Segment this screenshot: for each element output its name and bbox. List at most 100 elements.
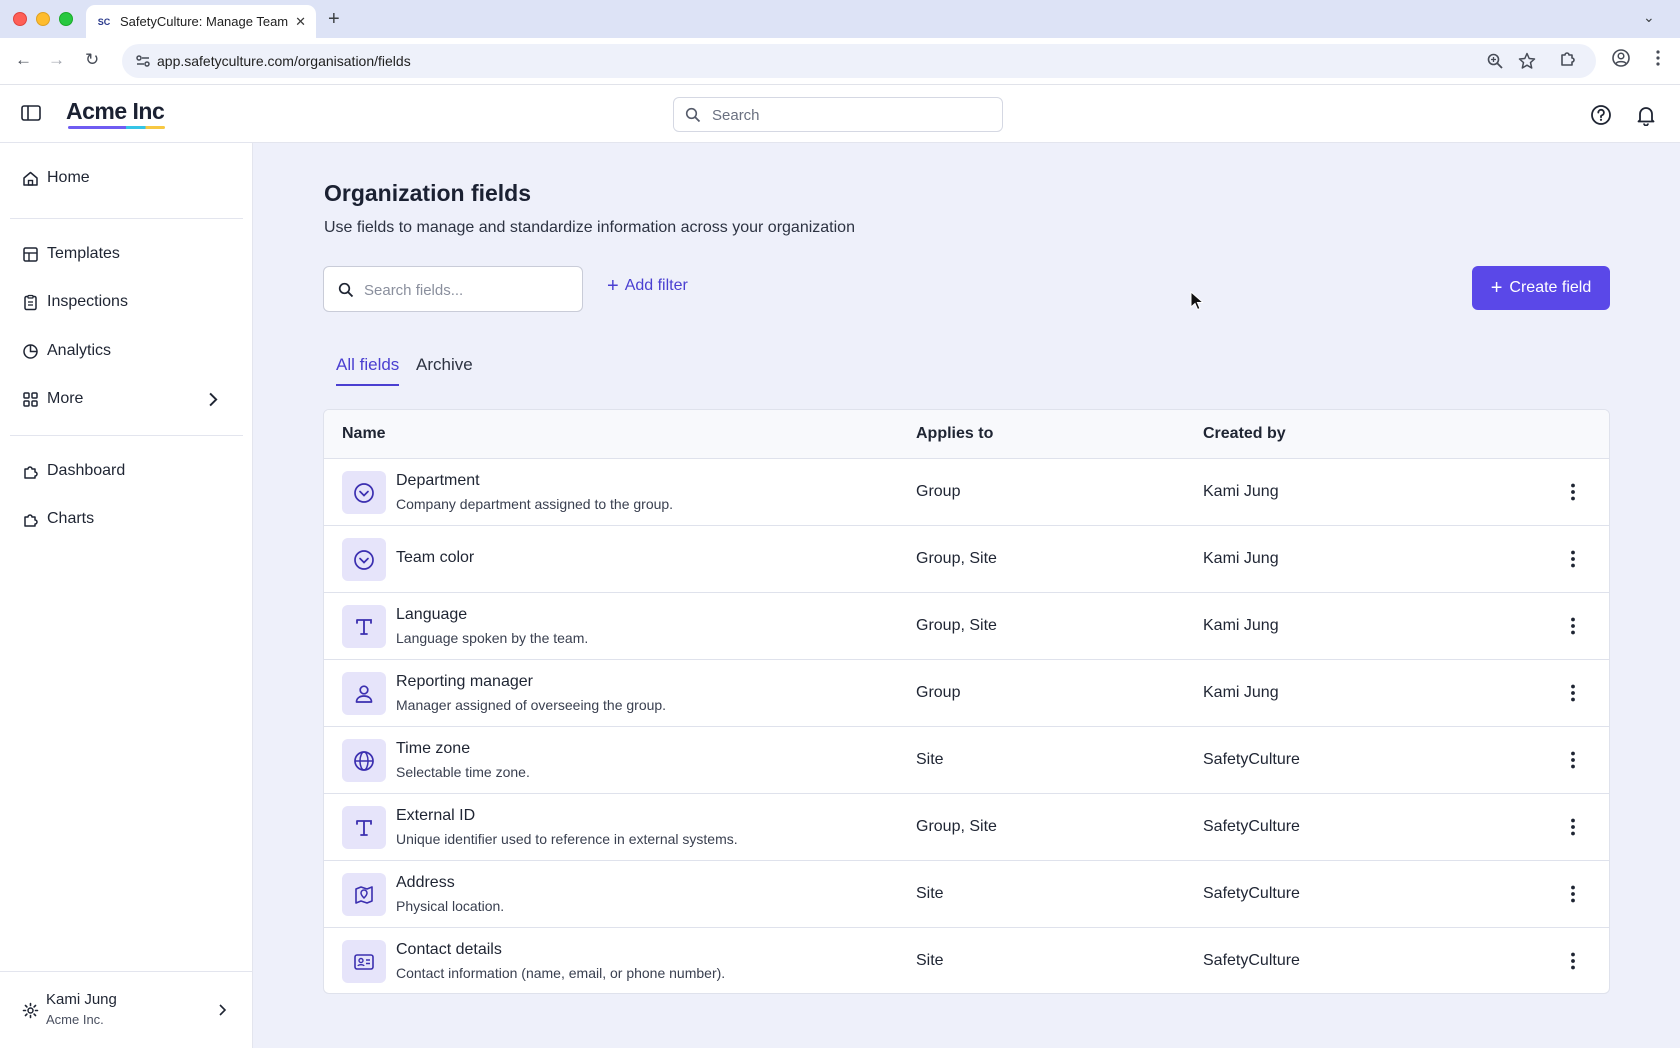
sidebar-item-label: More bbox=[47, 390, 84, 407]
user-name: Kami Jung bbox=[46, 991, 117, 1008]
row-name[interactable]: Contact details bbox=[396, 941, 502, 959]
sidebar-toggle-icon[interactable] bbox=[21, 105, 41, 121]
row-created-by: Kami Jung bbox=[1203, 684, 1279, 701]
row-name[interactable]: Address bbox=[396, 874, 455, 892]
field-search-box[interactable] bbox=[323, 266, 583, 312]
column-header-created-by[interactable]: Created by bbox=[1203, 425, 1286, 443]
table-row[interactable]: Language Language spoken by the team. Gr… bbox=[324, 593, 1609, 660]
templates-icon bbox=[23, 246, 38, 262]
more-options-icon[interactable] bbox=[1562, 682, 1584, 704]
tab-search-chevron-icon[interactable]: ⌄ bbox=[1643, 9, 1655, 26]
tab-archive[interactable]: Archive bbox=[416, 355, 473, 375]
row-name[interactable]: Time zone bbox=[396, 740, 470, 758]
create-field-label: Create field bbox=[1509, 279, 1592, 296]
app-header: Acme Inc Search bbox=[0, 85, 1680, 143]
row-created-by: SafetyCulture bbox=[1203, 818, 1300, 835]
sidebar-item-label: Templates bbox=[47, 245, 120, 262]
extensions-icon[interactable] bbox=[1558, 48, 1578, 68]
row-name[interactable]: External ID bbox=[396, 807, 475, 825]
row-created-by: SafetyCulture bbox=[1203, 952, 1300, 969]
sidebar-item-label: Inspections bbox=[47, 293, 128, 310]
row-applies-to: Site bbox=[916, 885, 944, 902]
sidebar-item-dashboard[interactable]: Dashboard bbox=[10, 452, 243, 490]
sidebar-item-templates[interactable]: Templates bbox=[10, 235, 243, 273]
table-row[interactable]: Address Physical location. Site SafetyCu… bbox=[324, 861, 1609, 928]
more-options-icon[interactable] bbox=[1562, 950, 1584, 972]
row-name[interactable]: Language bbox=[396, 606, 467, 624]
plus-icon: + bbox=[607, 275, 619, 297]
address-bar[interactable]: app.safetyculture.com/organisation/field… bbox=[122, 44, 1596, 78]
forward-arrow-icon[interactable]: → bbox=[48, 50, 65, 70]
chevron-right-icon bbox=[219, 1004, 227, 1016]
sidebar-item-more[interactable]: More bbox=[10, 380, 243, 418]
table-row[interactable]: Contact details Contact information (nam… bbox=[324, 928, 1609, 993]
dropdown-icon bbox=[354, 549, 374, 570]
add-filter-label: Add filter bbox=[624, 277, 688, 294]
row-type-icon bbox=[342, 806, 386, 849]
reload-icon[interactable]: ↻ bbox=[85, 50, 99, 70]
zoom-icon[interactable] bbox=[1486, 52, 1504, 70]
window-zoom-button[interactable] bbox=[59, 12, 73, 26]
table-row[interactable]: Department Company department assigned t… bbox=[324, 459, 1609, 526]
table-row[interactable]: Time zone Selectable time zone. Site Saf… bbox=[324, 727, 1609, 794]
sidebar-item-label: Charts bbox=[47, 510, 95, 527]
row-applies-to: Group bbox=[916, 483, 961, 500]
sidebar-item-inspections[interactable]: Inspections bbox=[10, 283, 243, 321]
sidebar-divider bbox=[10, 218, 243, 219]
sidebar-item-label: Analytics bbox=[47, 342, 112, 359]
mouse-cursor-icon bbox=[1190, 291, 1203, 311]
sidebar-divider bbox=[10, 435, 243, 436]
more-options-icon[interactable] bbox=[1562, 481, 1584, 503]
row-applies-to: Group bbox=[916, 684, 961, 701]
bookmark-star-icon[interactable] bbox=[1518, 52, 1536, 70]
more-options-icon[interactable] bbox=[1562, 883, 1584, 905]
page-subtitle: Use fields to manage and standardize inf… bbox=[324, 219, 855, 236]
more-options-icon[interactable] bbox=[1562, 548, 1584, 570]
browser-tab[interactable]: SC SafetyCulture: Manage Teams ✕ bbox=[86, 5, 316, 38]
fields-table: Name Applies to Created by Department Co… bbox=[323, 409, 1610, 994]
map-pin-icon bbox=[355, 885, 373, 904]
row-applies-to: Group, Site bbox=[916, 550, 997, 567]
window-close-button[interactable] bbox=[13, 12, 27, 26]
profile-icon[interactable] bbox=[1611, 48, 1631, 68]
new-tab-icon[interactable]: + bbox=[328, 8, 340, 31]
field-search-input[interactable] bbox=[364, 278, 564, 302]
sidebar-item-home[interactable]: Home bbox=[10, 159, 243, 197]
row-description: Language spoken by the team. bbox=[396, 630, 589, 646]
row-applies-to: Site bbox=[916, 952, 944, 969]
row-type-icon bbox=[342, 940, 386, 983]
column-header-applies-to[interactable]: Applies to bbox=[916, 425, 993, 443]
global-search-placeholder: Search bbox=[712, 107, 760, 124]
row-type-icon bbox=[342, 538, 386, 581]
browser-menu-icon[interactable] bbox=[1648, 48, 1668, 68]
row-name[interactable]: Department bbox=[396, 472, 480, 490]
tab-all-fields[interactable]: All fields bbox=[336, 355, 399, 375]
page-title: Organization fields bbox=[324, 180, 532, 206]
create-field-button[interactable]: + Create field bbox=[1472, 266, 1610, 310]
brand-logo[interactable]: Acme Inc bbox=[66, 98, 165, 125]
table-row[interactable]: Team color Group, Site Kami Jung bbox=[324, 526, 1609, 593]
more-options-icon[interactable] bbox=[1562, 749, 1584, 771]
sidebar-item-label: Dashboard bbox=[47, 462, 126, 479]
tab-close-icon[interactable]: ✕ bbox=[295, 14, 306, 30]
column-header-name[interactable]: Name bbox=[342, 425, 386, 443]
more-options-icon[interactable] bbox=[1562, 816, 1584, 838]
site-settings-icon[interactable] bbox=[134, 52, 152, 70]
row-name[interactable]: Team color bbox=[396, 549, 474, 567]
row-type-icon bbox=[342, 471, 386, 514]
sidebar-item-analytics[interactable]: Analytics bbox=[10, 332, 243, 370]
sidebar: Home Templates Inspections Analytics Mor… bbox=[0, 143, 253, 1048]
table-row[interactable]: Reporting manager Manager assigned of ov… bbox=[324, 660, 1609, 727]
notification-bell-icon[interactable] bbox=[1635, 104, 1657, 126]
row-name[interactable]: Reporting manager bbox=[396, 673, 533, 691]
add-filter-button[interactable]: + Add filter bbox=[607, 275, 688, 297]
window-minimize-button[interactable] bbox=[36, 12, 50, 26]
global-search-input[interactable]: Search bbox=[673, 97, 1003, 132]
brand-underline bbox=[68, 126, 165, 129]
sidebar-item-charts[interactable]: Charts bbox=[10, 500, 243, 538]
help-icon[interactable] bbox=[1590, 104, 1612, 126]
back-arrow-icon[interactable]: ← bbox=[15, 50, 32, 70]
more-options-icon[interactable] bbox=[1562, 615, 1584, 637]
table-row[interactable]: External ID Unique identifier used to re… bbox=[324, 794, 1609, 861]
user-menu[interactable]: Kami Jung Acme Inc. bbox=[0, 971, 253, 1048]
